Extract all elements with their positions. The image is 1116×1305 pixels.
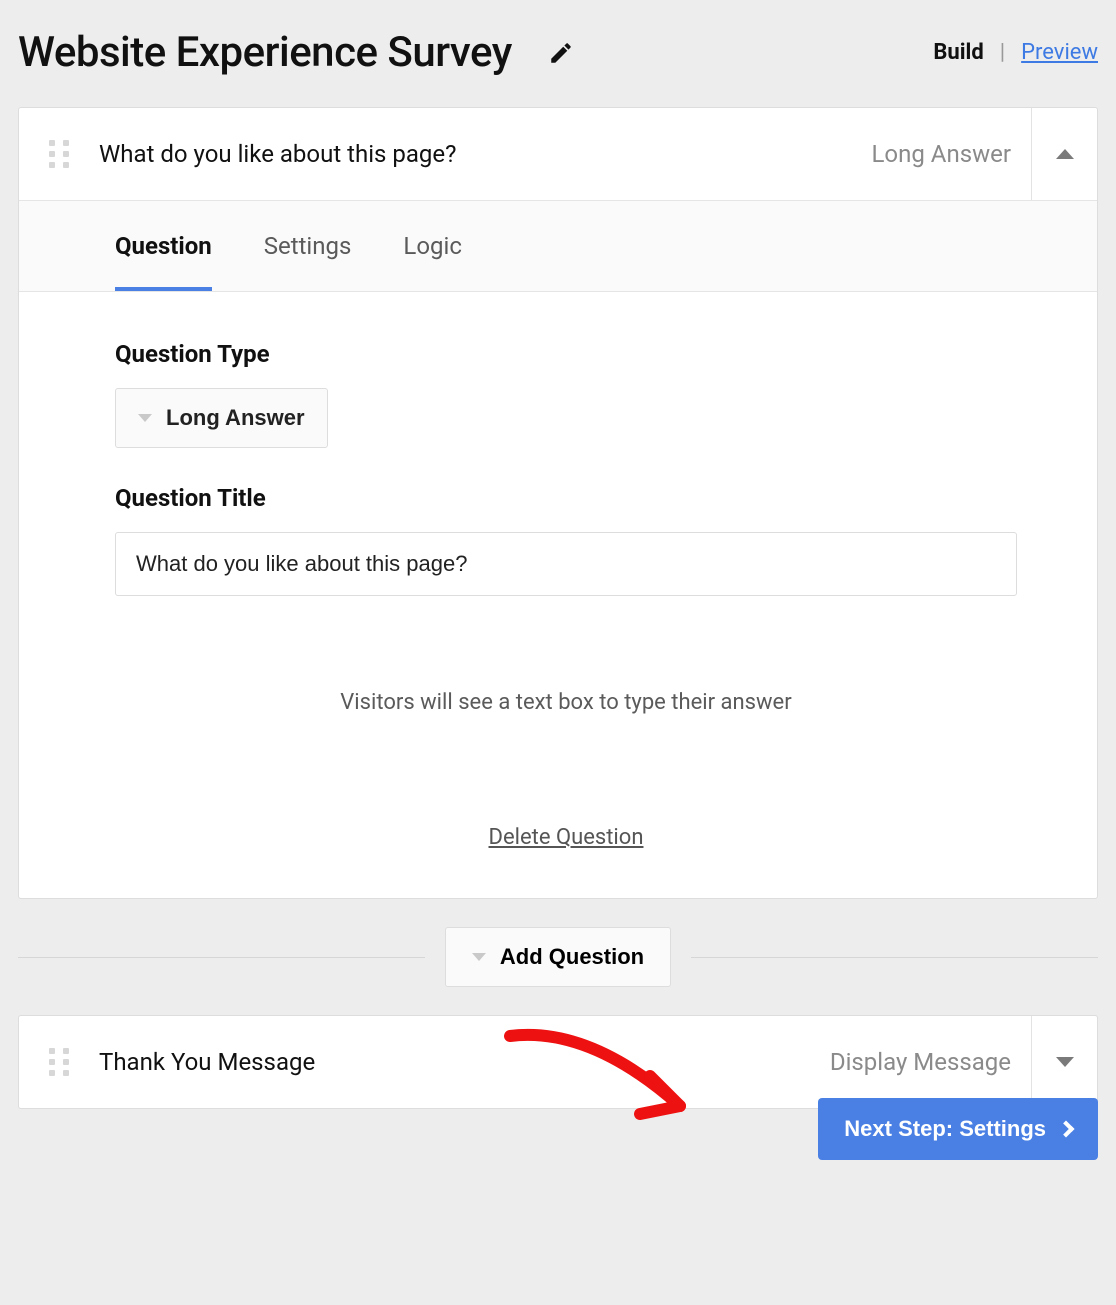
build-tab[interactable]: Build bbox=[933, 40, 983, 65]
question-type-dropdown[interactable]: Long Answer bbox=[115, 388, 328, 448]
thank-you-title: Thank You Message bbox=[99, 1048, 830, 1076]
drag-handle-icon[interactable] bbox=[19, 138, 99, 170]
thank-you-card: Thank You Message Display Message bbox=[18, 1015, 1098, 1109]
add-question-label: Add Question bbox=[500, 944, 644, 970]
header-actions: Build | Preview bbox=[933, 40, 1098, 65]
expand-toggle[interactable] bbox=[1031, 1016, 1097, 1108]
question-tabbar: Question Settings Logic bbox=[19, 200, 1097, 292]
thank-you-type: Display Message bbox=[830, 1048, 1031, 1076]
delete-question-link[interactable]: Delete Question bbox=[115, 825, 1017, 850]
drag-handle-icon[interactable] bbox=[19, 1046, 99, 1078]
question-type-display: Long Answer bbox=[872, 140, 1032, 168]
question-title-label: Question Title bbox=[115, 484, 1017, 512]
divider bbox=[691, 957, 1098, 958]
preview-link[interactable]: Preview bbox=[1021, 40, 1098, 65]
tab-question[interactable]: Question bbox=[115, 201, 212, 291]
question-body: Question Type Long Answer Question Title… bbox=[19, 292, 1097, 898]
next-step-label: Next Step: Settings bbox=[844, 1116, 1046, 1142]
tab-logic[interactable]: Logic bbox=[403, 201, 462, 291]
question-type-value: Long Answer bbox=[166, 405, 305, 431]
thank-you-header: Thank You Message Display Message bbox=[19, 1016, 1097, 1108]
chevron-down-icon bbox=[1056, 1057, 1074, 1067]
question-header: What do you like about this page? Long A… bbox=[19, 108, 1097, 200]
add-question-row: Add Question bbox=[18, 927, 1098, 987]
chevron-down-icon bbox=[138, 414, 152, 422]
chevron-right-icon bbox=[1058, 1121, 1075, 1138]
separator: | bbox=[1000, 40, 1005, 65]
helper-text: Visitors will see a text box to type the… bbox=[115, 690, 1017, 715]
question-card: What do you like about this page? Long A… bbox=[18, 107, 1098, 899]
question-type-label: Question Type bbox=[115, 340, 1017, 368]
page-header: Website Experience Survey Build | Previe… bbox=[0, 0, 1116, 107]
question-title-display: What do you like about this page? bbox=[99, 140, 872, 168]
question-title-input[interactable] bbox=[115, 532, 1017, 596]
divider bbox=[18, 957, 425, 958]
chevron-down-icon bbox=[472, 953, 486, 961]
collapse-toggle[interactable] bbox=[1031, 108, 1097, 200]
edit-title-icon[interactable] bbox=[548, 40, 574, 66]
add-question-button[interactable]: Add Question bbox=[445, 927, 671, 987]
tab-settings[interactable]: Settings bbox=[264, 201, 352, 291]
chevron-up-icon bbox=[1056, 149, 1074, 159]
next-step-button[interactable]: Next Step: Settings bbox=[818, 1098, 1098, 1160]
page-title: Website Experience Survey bbox=[18, 28, 512, 77]
